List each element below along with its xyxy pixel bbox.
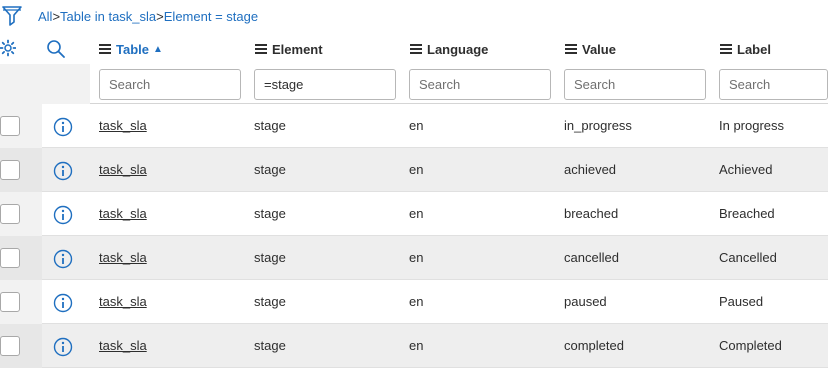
row-select-cell: [0, 236, 42, 280]
breadcrumb-separator: >: [156, 9, 164, 24]
cell-label: Breached: [719, 206, 775, 221]
row-select-cell: [0, 192, 42, 236]
column-search-row: [0, 64, 828, 104]
table-row: task_sla stage en paused Paused: [0, 280, 828, 324]
column-header-label: Table: [116, 41, 149, 57]
table-row: task_sla stage en in_progress In progres…: [0, 104, 828, 148]
hamburger-menu-icon[interactable]: [720, 44, 732, 54]
cell-table[interactable]: task_sla: [99, 118, 147, 133]
table-row: task_sla stage en achieved Achieved: [0, 148, 828, 192]
hamburger-menu-icon[interactable]: [565, 44, 577, 54]
cell-value: in_progress: [564, 118, 632, 133]
cell-value: cancelled: [564, 250, 619, 265]
cell-element: stage: [254, 338, 286, 353]
row-checkbox[interactable]: [0, 292, 20, 312]
column-header-table[interactable]: Table ▲: [99, 40, 163, 58]
row-checkbox[interactable]: [0, 248, 20, 268]
table-row: task_sla stage en cancelled Cancelled: [0, 236, 828, 280]
filter-icon[interactable]: [2, 5, 22, 27]
column-header-label: Language: [427, 41, 489, 57]
column-header-label-col[interactable]: Label: [720, 40, 771, 58]
column-header-row: Table ▲ Element Language Value Label: [0, 34, 828, 64]
search-input-label[interactable]: [719, 69, 828, 100]
info-icon[interactable]: [53, 337, 73, 357]
breadcrumb-item-element[interactable]: Element = stage: [164, 9, 258, 24]
cell-value: breached: [564, 206, 619, 221]
column-header-label: Element: [272, 41, 323, 57]
info-icon[interactable]: [53, 161, 73, 181]
row-select-cell: [0, 104, 42, 148]
cell-table[interactable]: task_sla: [99, 162, 147, 177]
breadcrumb-item-all[interactable]: All: [38, 9, 52, 24]
cell-element: stage: [254, 250, 286, 265]
sort-ascending-icon: ▲: [153, 43, 163, 55]
row-select-cell: [0, 324, 42, 368]
row-checkbox[interactable]: [0, 160, 20, 180]
row-select-cell: [0, 280, 42, 324]
row-checkbox[interactable]: [0, 116, 20, 136]
cell-label: Achieved: [719, 162, 773, 177]
cell-element: stage: [254, 118, 286, 133]
cell-element: stage: [254, 206, 286, 221]
column-header-label: Value: [582, 41, 616, 57]
cell-language: en: [409, 294, 424, 309]
search-row-spacer: [0, 64, 90, 104]
hamburger-menu-icon[interactable]: [99, 44, 111, 54]
gear-icon[interactable]: [0, 39, 16, 57]
cell-element: stage: [254, 294, 286, 309]
cell-language: en: [409, 250, 424, 265]
cell-table[interactable]: task_sla: [99, 250, 147, 265]
row-select-cell: [0, 148, 42, 192]
column-header-language[interactable]: Language: [410, 40, 488, 58]
info-icon[interactable]: [53, 293, 73, 313]
cell-label: Cancelled: [719, 250, 777, 265]
cell-value: paused: [564, 294, 607, 309]
cell-label: In progress: [719, 118, 785, 133]
breadcrumb: All>Table in task_sla>Element = stage: [38, 9, 258, 24]
cell-table[interactable]: task_sla: [99, 338, 147, 353]
cell-language: en: [409, 118, 424, 133]
table-row: task_sla stage en completed Completed: [0, 324, 828, 368]
table-row: task_sla stage en breached Breached: [0, 192, 828, 236]
cell-label: Completed: [719, 338, 782, 353]
cell-value: completed: [564, 338, 624, 353]
breadcrumb-item-table[interactable]: Table in task_sla: [60, 9, 156, 24]
column-header-element[interactable]: Element: [255, 40, 323, 58]
search-icon[interactable]: [46, 39, 66, 59]
info-icon[interactable]: [53, 249, 73, 269]
cell-element: stage: [254, 162, 286, 177]
search-input-language[interactable]: [409, 69, 551, 100]
breadcrumb-separator: >: [52, 9, 61, 24]
search-input-element[interactable]: [254, 69, 396, 100]
info-icon[interactable]: [53, 205, 73, 225]
row-checkbox[interactable]: [0, 336, 20, 356]
search-input-table[interactable]: [99, 69, 241, 100]
info-icon[interactable]: [53, 117, 73, 137]
column-header-value[interactable]: Value: [565, 40, 616, 58]
breadcrumb-bar: All>Table in task_sla>Element = stage: [0, 0, 828, 34]
cell-table[interactable]: task_sla: [99, 206, 147, 221]
cell-language: en: [409, 206, 424, 221]
hamburger-menu-icon[interactable]: [255, 44, 267, 54]
row-checkbox[interactable]: [0, 204, 20, 224]
cell-table[interactable]: task_sla: [99, 294, 147, 309]
cell-value: achieved: [564, 162, 617, 177]
cell-language: en: [409, 162, 424, 177]
cell-language: en: [409, 338, 424, 353]
cell-label: Paused: [719, 294, 764, 309]
hamburger-menu-icon[interactable]: [410, 44, 422, 54]
search-input-value[interactable]: [564, 69, 706, 100]
column-header-label: Label: [737, 41, 771, 57]
